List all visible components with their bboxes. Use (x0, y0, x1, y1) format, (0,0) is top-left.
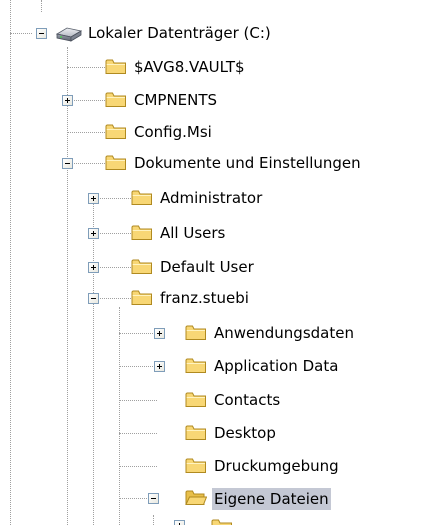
tree-node-desktop[interactable]: Desktop (212, 422, 278, 444)
tree-line (67, 67, 105, 68)
tree-node-all-users-expand-toggle[interactable] (88, 228, 99, 239)
tree-line (67, 47, 68, 525)
folder-open-icon (185, 490, 207, 505)
hard-drive-icon (56, 27, 82, 42)
tree-node-administrator-expand-toggle[interactable] (88, 193, 99, 204)
tree-line (93, 203, 94, 525)
folder-icon (185, 425, 206, 440)
minus-icon (39, 33, 44, 34)
tree-node-config-msi[interactable]: Config.Msi (132, 121, 214, 143)
tree-node-franz-stuebi[interactable]: franz.stuebi (158, 287, 251, 309)
tree-line (119, 366, 157, 367)
tree-node-cmpnents[interactable]: CMPNENTS (132, 89, 219, 111)
tree-node-local-disk[interactable]: Lokaler Datenträger (C:) (86, 22, 273, 44)
folder-icon (105, 59, 126, 74)
tree-node-default-user[interactable]: Default User (158, 256, 256, 278)
folder-icon (185, 325, 206, 340)
tree-node-eigene-dateien[interactable]: Eigene Dateien (212, 488, 331, 510)
tree-node-anwendungsdaten[interactable]: Anwendungsdaten (212, 322, 356, 344)
folder-icon (185, 392, 206, 407)
tree-node-anwendungsdaten-expand-toggle[interactable] (154, 328, 165, 339)
tree-node-contacts[interactable]: Contacts (212, 389, 282, 411)
tree-line (119, 433, 157, 434)
folder-icon (185, 358, 206, 373)
tree-line (67, 132, 105, 133)
folder-icon (105, 92, 126, 107)
folder-icon (131, 225, 152, 240)
tree-line (119, 400, 157, 401)
folder-icon (105, 124, 126, 139)
tree-node-druckumgebung[interactable]: Druckumgebung (212, 455, 341, 477)
folder-icon (211, 519, 232, 525)
tree-node-avg8-vault[interactable]: $AVG8.VAULT$ (132, 56, 247, 78)
minus-icon (65, 163, 70, 164)
tree-node-eigene-dateien-collapse-toggle[interactable] (148, 493, 159, 504)
folder-icon (131, 190, 152, 205)
tree-node-local-disk-collapse-toggle[interactable] (36, 28, 47, 39)
folder-icon (185, 458, 206, 473)
folder-tree: Lokaler Datenträger (C:) $AVG8.VAULT$ CM… (0, 0, 425, 525)
tree-node-dokumente-collapse-toggle[interactable] (62, 158, 73, 169)
tree-line (10, 33, 32, 34)
tree-line (119, 466, 157, 467)
tree-node-all-users[interactable]: All Users (158, 222, 227, 244)
folder-icon (131, 259, 152, 274)
tree-line (10, 0, 11, 525)
tree-node-application-data[interactable]: Application Data (212, 355, 340, 377)
minus-icon (151, 498, 156, 499)
tree-line (153, 515, 154, 525)
tree-line (119, 333, 157, 334)
folder-icon (131, 290, 152, 305)
tree-node-administrator[interactable]: Administrator (158, 187, 264, 209)
tree-node-franz-stuebi-collapse-toggle[interactable] (88, 293, 99, 304)
folder-icon (105, 155, 126, 170)
tree-node-application-data-expand-toggle[interactable] (154, 361, 165, 372)
tree-node-dokumente-und-einstellungen[interactable]: Dokumente und Einstellungen (132, 152, 363, 174)
tree-node-partial-expand-toggle[interactable] (174, 520, 185, 525)
tree-line (41, 0, 42, 12)
minus-icon (91, 298, 96, 299)
tree-node-cmpnents-expand-toggle[interactable] (62, 95, 73, 106)
tree-line (119, 307, 120, 525)
tree-node-default-user-expand-toggle[interactable] (88, 262, 99, 273)
